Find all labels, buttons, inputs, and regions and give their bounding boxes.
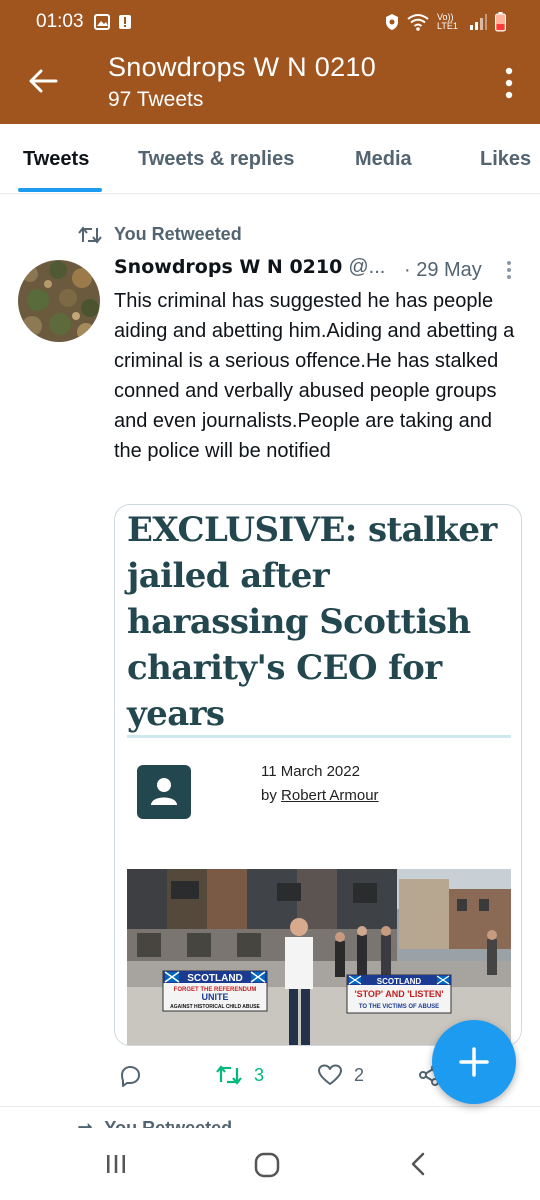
more-options-icon[interactable] (504, 66, 514, 100)
wifi-icon (407, 14, 429, 31)
tab-tweets[interactable]: Tweets (23, 148, 89, 171)
author-name[interactable]: Snowdrops W N 0210 (114, 256, 342, 278)
retweet-context: You Retweeted (78, 224, 242, 245)
tweet-more-icon[interactable] (506, 260, 512, 280)
profile-title: Snowdrops W N 0210 (108, 52, 377, 82)
reply-button[interactable] (118, 1064, 154, 1088)
profile-header: Snowdrops W N 0210 97 Tweets (0, 46, 540, 124)
banner-left-line1: SCOTLAND (187, 973, 243, 984)
next-tweet-retweet-context: ⮂ You Retweeted (78, 1120, 232, 1128)
article-headline: EXCLUSIVE: stalker jailed after harassin… (127, 510, 497, 734)
tweet-text: This criminal has suggested he has peopl… (114, 290, 515, 462)
divider (127, 735, 511, 738)
alert-icon (119, 15, 131, 29)
retweet-icon: ⮂ (78, 1120, 92, 1128)
article-byline: by Robert Armour (261, 787, 379, 804)
tab-media[interactable]: Media (355, 148, 412, 171)
retweet-count: 3 (254, 1064, 265, 1085)
tweet-count: 97 Tweets (108, 88, 204, 111)
status-time: 01:03 (36, 11, 84, 32)
plus-icon (459, 1047, 489, 1077)
banner-right-line2: 'STOP' AND 'LISTEN' (354, 989, 443, 999)
vpn-icon (386, 14, 398, 30)
profile-tabs: Tweets Tweets & replies Media Likes (0, 124, 540, 194)
home-icon[interactable] (254, 1152, 280, 1178)
recent-apps-icon[interactable] (104, 1152, 128, 1176)
reply-icon (121, 1066, 140, 1087)
author-handle[interactable]: @... (348, 256, 385, 278)
active-tab-indicator (18, 188, 102, 192)
like-count: 2 (354, 1064, 365, 1085)
avatar[interactable] (18, 260, 100, 342)
compose-tweet-button[interactable] (432, 1020, 516, 1104)
volte-icon: Vo)) LTE1 (437, 12, 458, 31)
banner-left-line3: UNITE (202, 992, 229, 1002)
like-button[interactable]: 2 (318, 1064, 364, 1086)
tweet-header: Snowdrops W N 0210 @... · 29 May (114, 256, 524, 286)
battery-icon (495, 12, 506, 32)
tab-likes[interactable]: Likes (480, 148, 531, 171)
author-placeholder-icon (137, 765, 191, 819)
heart-icon (318, 1064, 342, 1085)
retweet-icon (78, 225, 102, 244)
image-icon (94, 14, 110, 30)
article-photo: SCOTLAND FORGET THE REFERENDUM UNITE AGA… (127, 869, 511, 1045)
article-date: 11 March 2022 (261, 763, 360, 780)
back-nav-icon[interactable] (408, 1152, 428, 1176)
banner-right-line1: SCOTLAND (377, 977, 422, 986)
back-arrow-icon[interactable] (26, 64, 60, 98)
tweet-date[interactable]: · 29 May (404, 259, 482, 282)
retweet-action-icon (216, 1065, 242, 1085)
signal-icon (470, 14, 487, 30)
tab-tweets-replies[interactable]: Tweets & replies (138, 148, 294, 171)
banner-left-line4: AGAINST HISTORICAL CHILD ABUSE (170, 1004, 260, 1010)
banner-right-line3: TO THE VICTIMS OF ABUSE (359, 1004, 439, 1010)
system-nav-bar (0, 1128, 540, 1200)
retweet-button[interactable]: 3 (216, 1064, 264, 1086)
retweet-label: You Retweeted (114, 224, 242, 244)
article-author-link[interactable]: Robert Armour (281, 787, 379, 804)
link-card[interactable]: EXCLUSIVE: stalker jailed after harassin… (114, 504, 522, 1046)
status-bar: 01:03 Vo)) LTE1 (0, 0, 540, 46)
tweet-divider (0, 1106, 540, 1107)
